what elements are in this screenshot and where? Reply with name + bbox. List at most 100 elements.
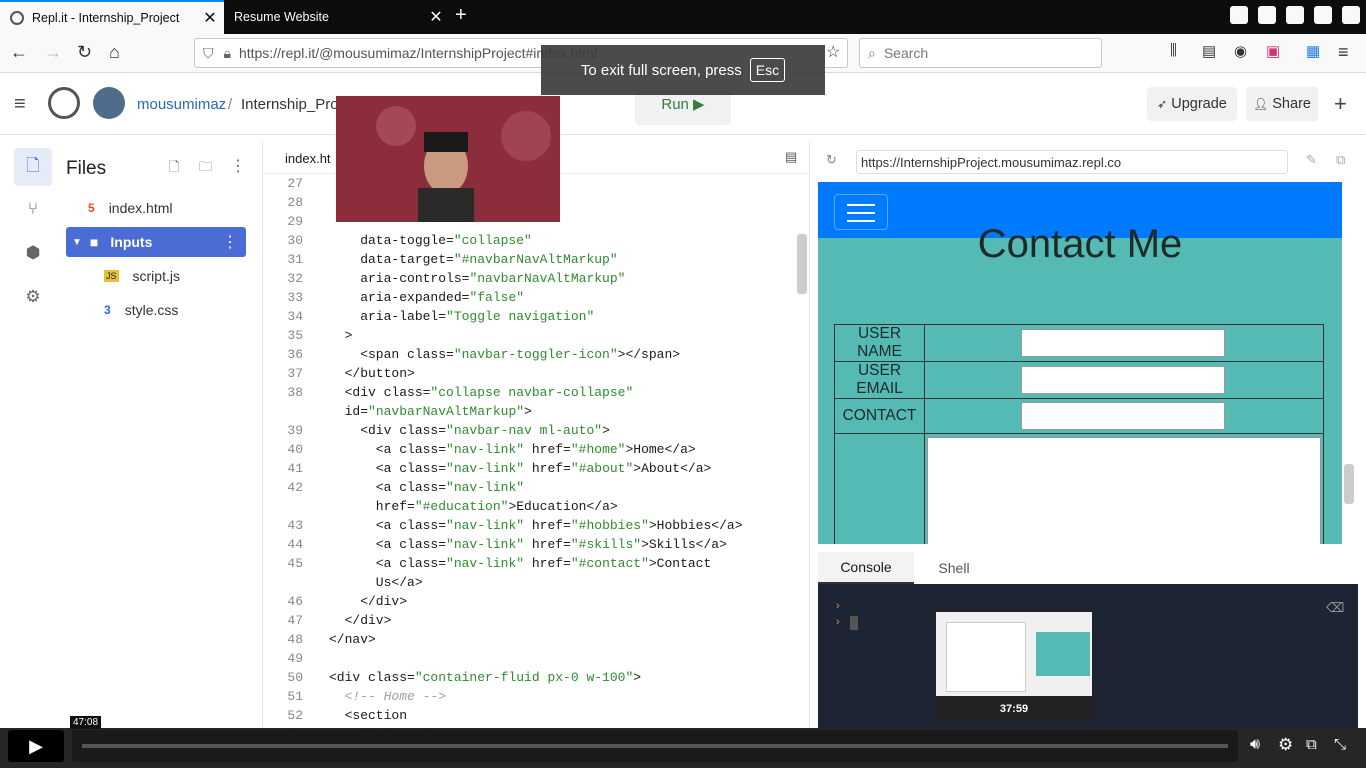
library-icon[interactable]: ⫼ bbox=[1170, 42, 1177, 59]
new-tab-icon[interactable]: + bbox=[455, 4, 467, 27]
close-tab-icon[interactable]: ✕ bbox=[422, 7, 450, 27]
code-line: 29 bbox=[263, 212, 329, 231]
line-text: <div class="container-fluid px-0 w-100"> bbox=[329, 670, 642, 685]
line-text: </div> bbox=[329, 594, 408, 609]
more-options-icon[interactable]: ⋮ bbox=[230, 156, 246, 176]
code-line: 37 </button> bbox=[263, 364, 414, 383]
packages-icon[interactable]: ⬢ bbox=[14, 234, 52, 272]
window-icon[interactable] bbox=[1314, 6, 1332, 24]
account-icon[interactable]: ◉ bbox=[1234, 42, 1247, 60]
thumbnail-time: 37:59 bbox=[999, 703, 1029, 715]
folder-item-inputs[interactable]: ▼ ■ Inputs ⋮ bbox=[66, 227, 246, 257]
user-email-input[interactable] bbox=[1021, 366, 1225, 394]
files-icon[interactable]: 🗋︎ bbox=[14, 148, 52, 186]
back-icon[interactable]: ← bbox=[10, 42, 28, 63]
line-text: <section bbox=[329, 708, 408, 723]
code-line: Us</a> bbox=[263, 573, 423, 592]
line-number: 43 bbox=[287, 518, 303, 533]
reader-icon[interactable]: ▤ bbox=[1202, 42, 1216, 60]
replit-favicon-icon bbox=[10, 11, 24, 25]
message-textarea[interactable] bbox=[927, 436, 1321, 544]
contact-cell bbox=[924, 398, 1324, 434]
format-icon[interactable]: ▤ bbox=[785, 149, 797, 165]
tab-resume-website[interactable]: Resume Website ✕ bbox=[224, 0, 450, 34]
volume-icon[interactable]: 🔊︎ bbox=[1250, 736, 1260, 754]
js-icon: JS bbox=[104, 270, 119, 282]
line-text: aria-label="Toggle navigation" bbox=[329, 309, 595, 324]
user-name-label: USER NAME bbox=[834, 324, 925, 362]
share-button[interactable]: 👤︎ Share bbox=[1246, 87, 1318, 121]
forward-icon[interactable]: → bbox=[44, 42, 62, 63]
line-number: 36 bbox=[287, 347, 303, 362]
tab-shell[interactable]: Shell bbox=[914, 552, 994, 584]
settings-icon[interactable]: ⚙ bbox=[14, 278, 52, 316]
file-item-index-html[interactable]: 5 index.html bbox=[66, 193, 246, 223]
line-number: 42 bbox=[287, 480, 303, 495]
line-number: 49 bbox=[287, 651, 303, 666]
user-link[interactable]: mousumimaz bbox=[137, 96, 226, 113]
share-label: Share bbox=[1272, 96, 1311, 112]
pocket-icon[interactable]: ▣ bbox=[1266, 42, 1280, 60]
seek-bar[interactable] bbox=[82, 744, 1228, 748]
editor-tab[interactable]: index.ht bbox=[285, 151, 331, 166]
prompt-icon: › bbox=[836, 600, 840, 612]
preview-url-bar[interactable]: https://InternshipProject.mousumimaz.rep… bbox=[856, 150, 1288, 174]
code-line: 51 <!-- Home --> bbox=[263, 687, 446, 706]
preview-scrollbar[interactable] bbox=[1344, 464, 1354, 504]
settings-gear-icon[interactable]: ⚙ bbox=[1278, 735, 1293, 755]
editor-scrollbar[interactable] bbox=[797, 234, 807, 294]
line-text: <a class="nav-link" href="#about">About<… bbox=[329, 461, 712, 476]
code-line: 47 </div> bbox=[263, 611, 391, 630]
code-line: 41 <a class="nav-link" href="#about">Abo… bbox=[263, 459, 711, 478]
exit-fullscreen-icon[interactable]: ⤡ bbox=[1334, 736, 1346, 753]
reload-icon[interactable]: ↻ bbox=[77, 42, 92, 63]
bookmark-star-icon[interactable]: ☆ bbox=[826, 42, 840, 62]
clear-console-icon[interactable]: ⌫ bbox=[1326, 600, 1344, 616]
close-tab-icon[interactable]: ✕ bbox=[196, 8, 224, 28]
line-text: href="#education">Education</a> bbox=[329, 499, 618, 514]
file-item-script-js[interactable]: JS script.js bbox=[66, 261, 246, 291]
avatar[interactable] bbox=[93, 87, 125, 119]
line-text: > bbox=[329, 328, 353, 343]
add-button[interactable]: + bbox=[1334, 91, 1347, 117]
new-file-icon[interactable]: 🗋︎ bbox=[169, 158, 179, 180]
line-number: 46 bbox=[287, 594, 303, 609]
line-text: <span class="navbar-toggler-icon"></span… bbox=[329, 347, 681, 362]
tab-console[interactable]: Console bbox=[818, 552, 914, 584]
user-name-input[interactable] bbox=[1021, 329, 1225, 357]
play-button[interactable]: ▶ bbox=[8, 730, 64, 762]
upgrade-button[interactable]: ➶ Upgrade bbox=[1147, 87, 1237, 121]
home-icon[interactable]: ⌂ bbox=[109, 42, 120, 63]
code-editor[interactable]: index.ht ▤ 27 28 29 30 data-toggle="collaps… bbox=[262, 142, 811, 762]
extensions-icon[interactable]: ▦ bbox=[1306, 42, 1320, 60]
project-name[interactable]: Internship_Proj bbox=[241, 96, 342, 113]
more-options-icon[interactable]: ⋮ bbox=[222, 232, 238, 252]
screenshot-icon[interactable] bbox=[1230, 6, 1248, 24]
line-text: aria-controls="navbarNavAltMarkup" bbox=[329, 271, 626, 286]
camera-icon[interactable] bbox=[1258, 6, 1276, 24]
edit-icon[interactable]: ✎ bbox=[1306, 152, 1317, 168]
rocket-icon: ➶ bbox=[1157, 97, 1168, 111]
tab-replit[interactable]: Repl.it - Internship_Project ✕ bbox=[0, 0, 224, 34]
reload-icon[interactable]: ↻ bbox=[826, 152, 837, 168]
files-title: Files bbox=[66, 158, 107, 179]
new-folder-icon[interactable]: 🗀︎ bbox=[199, 158, 212, 180]
video-icon[interactable] bbox=[1286, 6, 1304, 24]
line-number: 29 bbox=[287, 214, 303, 229]
line-number: 31 bbox=[287, 252, 303, 267]
open-new-window-icon[interactable]: ⧉ bbox=[1336, 152, 1345, 168]
video-control-bar: 47:08 ▶ 🔊︎ ⚙ ⧉ ⤡ bbox=[0, 716, 1366, 768]
current-time: 47:08 bbox=[70, 716, 102, 729]
contact-input[interactable] bbox=[1021, 402, 1225, 430]
line-text: <a class="nav-link" href="#contact">Cont… bbox=[329, 556, 712, 571]
menu-icon[interactable]: ≡ bbox=[1338, 42, 1349, 63]
gear-icon[interactable] bbox=[1342, 6, 1360, 24]
pip-icon[interactable]: ⧉ bbox=[1306, 736, 1317, 753]
file-item-style-css[interactable]: 3 style.css bbox=[66, 295, 246, 325]
hamburger-menu-icon[interactable]: ≡ bbox=[14, 93, 26, 116]
line-number: 37 bbox=[287, 366, 303, 381]
version-control-icon[interactable]: ⑂ bbox=[14, 190, 52, 228]
replit-logo-icon[interactable] bbox=[48, 87, 80, 119]
line-text: <a class="nav-link" href="#skills">Skill… bbox=[329, 537, 727, 552]
search-input[interactable]: ⌕ Search bbox=[859, 38, 1102, 68]
